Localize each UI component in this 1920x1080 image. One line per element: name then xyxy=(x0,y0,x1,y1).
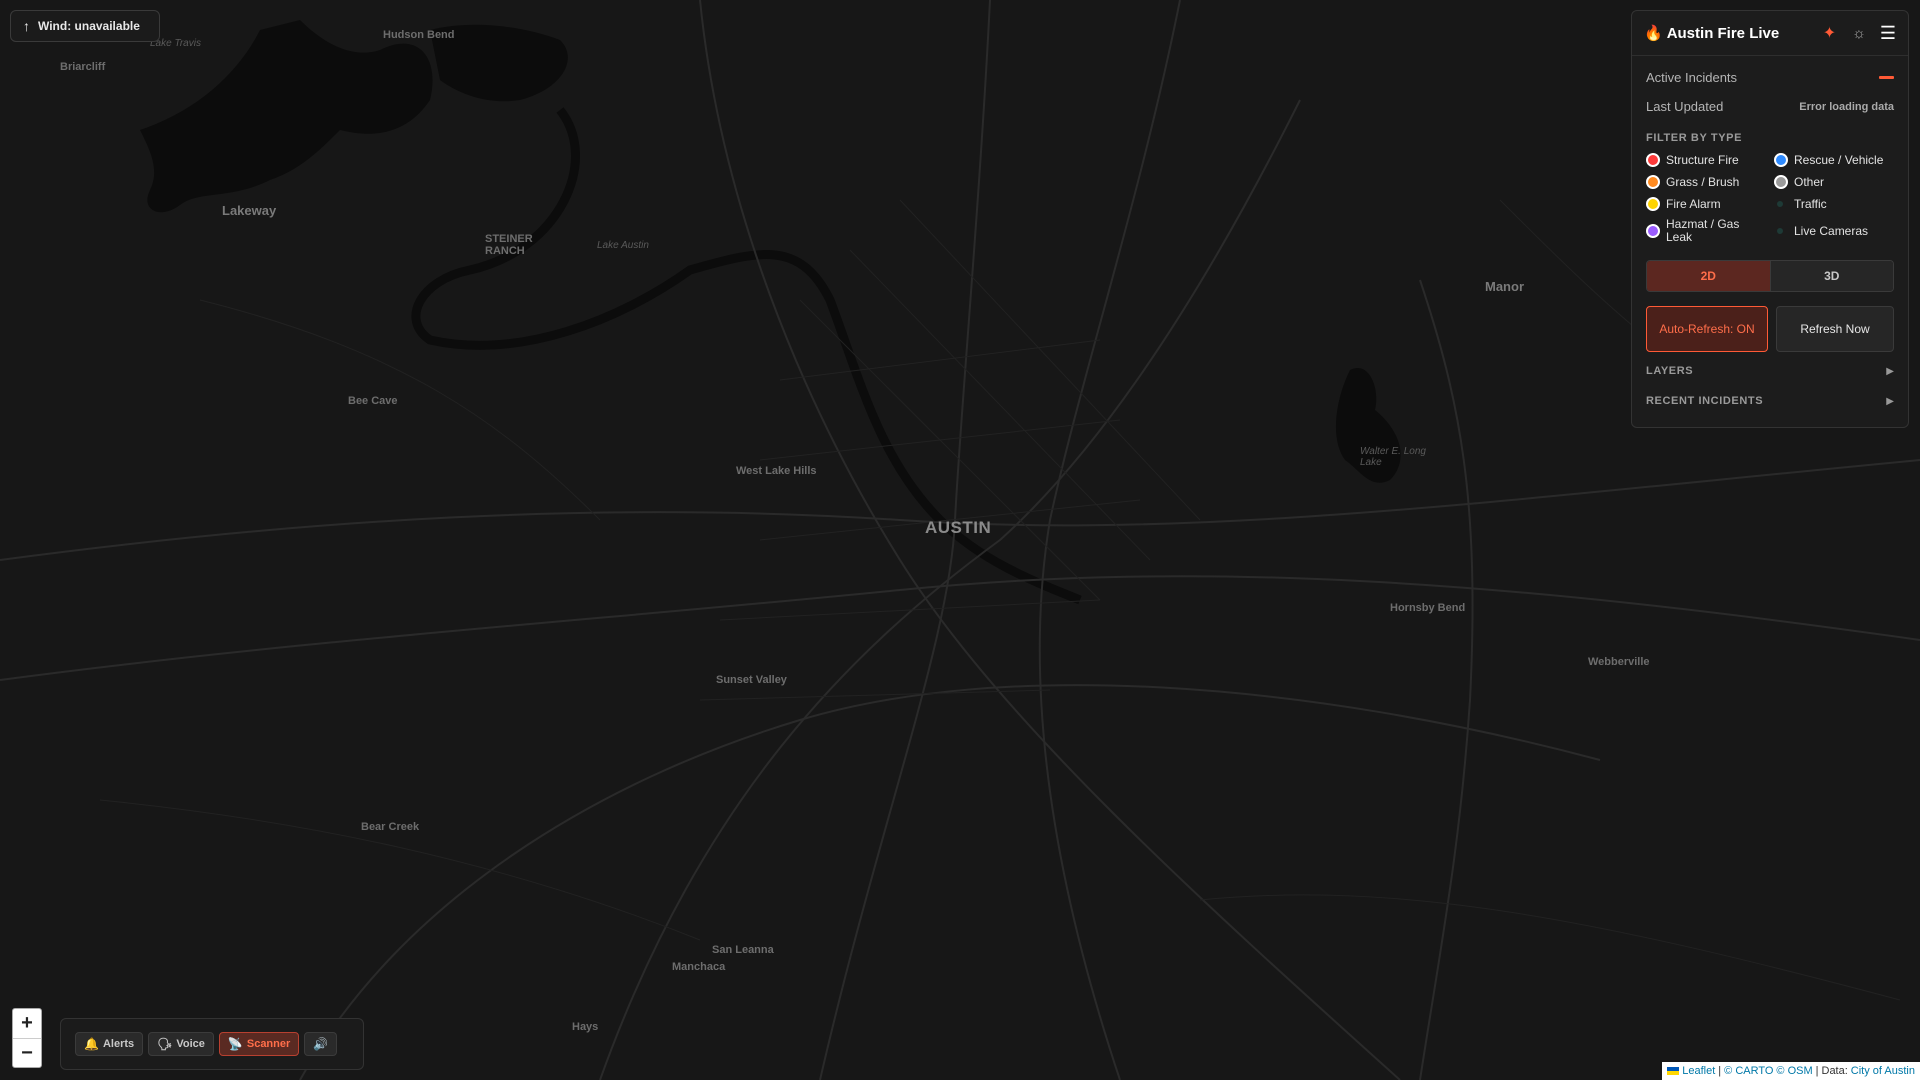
recent-incidents-section[interactable]: RECENT INCIDENTS ▶ xyxy=(1632,386,1908,416)
panel-header: 🔥 Austin Fire Live ✦ ☼ ☰ xyxy=(1632,11,1908,56)
last-updated-value: Error loading data xyxy=(1799,100,1894,113)
filter-grid: Structure Fire Rescue / Vehicle Grass / … xyxy=(1632,152,1908,244)
map-label-lakeway: Lakeway xyxy=(222,203,277,218)
zoom-control: + − xyxy=(12,1008,42,1068)
wind-text: Wind: unavailable xyxy=(38,19,140,33)
map-label-webberville: Webberville xyxy=(1588,656,1650,668)
map-label-sunset-valley: Sunset Valley xyxy=(716,674,788,686)
map-label-hudson-bend: Hudson Bend xyxy=(383,29,455,41)
filter-title: FILTER BY TYPE xyxy=(1646,132,1743,144)
traffic-dot-icon[interactable] xyxy=(1777,201,1783,207)
zoom-in-button[interactable]: + xyxy=(13,1009,41,1038)
last-updated-row: Last Updated Error loading data xyxy=(1632,99,1908,114)
leaflet-link[interactable]: Leaflet xyxy=(1682,1065,1715,1077)
speaker-icon: 🔊 xyxy=(313,1037,329,1051)
map-label-west-lake-hills: West Lake Hills xyxy=(736,465,817,477)
bottom-toolbar: 🔔 Alerts 🗣 Voice 📡 Scanner 🔊 xyxy=(60,1018,364,1070)
active-incidents-label: Active Incidents xyxy=(1646,70,1738,85)
bell-icon: 🔔 xyxy=(84,1037,99,1051)
speaking-head-icon: 🗣 xyxy=(157,1037,173,1051)
map-label-manor: Manor xyxy=(1485,279,1524,294)
map-label-lake-austin: Lake Austin xyxy=(597,240,649,251)
sound-button[interactable]: 🔊 xyxy=(304,1032,338,1056)
chevron-right-icon[interactable]: ▶ xyxy=(1886,366,1894,377)
carto-link[interactable]: © CARTO xyxy=(1724,1065,1773,1077)
zoom-out-button[interactable]: − xyxy=(13,1038,41,1067)
filter-traffic[interactable]: Traffic xyxy=(1774,196,1902,212)
osm-link[interactable]: © OSM xyxy=(1776,1065,1812,1077)
filter-other[interactable]: Other xyxy=(1774,174,1902,190)
filter-structure-fire[interactable]: Structure Fire xyxy=(1646,152,1774,168)
other-dot-icon[interactable] xyxy=(1774,175,1788,189)
fire-alarm-dot-icon[interactable] xyxy=(1646,197,1660,211)
grass-dot-icon[interactable] xyxy=(1646,175,1660,189)
ukraine-flag-icon xyxy=(1667,1067,1680,1075)
filter-hazmat[interactable]: Hazmat / Gas Leak xyxy=(1646,218,1774,244)
map-label-bee-cave: Bee Cave xyxy=(348,395,398,407)
hamburger-icon[interactable]: ☰ xyxy=(1880,24,1896,42)
layers-section[interactable]: LAYERS ▶ xyxy=(1632,356,1908,386)
control-panel: 🔥 Austin Fire Live ✦ ☼ ☰ Active Incident… xyxy=(1631,10,1909,428)
wind-arrow-icon: ↑ xyxy=(23,18,30,34)
hazmat-dot-icon[interactable] xyxy=(1646,224,1660,238)
map-label-briarcliff: Briarcliff xyxy=(60,61,106,73)
rescue-dot-icon[interactable] xyxy=(1774,153,1788,167)
alerts-button[interactable]: 🔔 Alerts xyxy=(75,1032,144,1056)
flame-icon: 🔥 xyxy=(1644,25,1663,42)
camera-dot-icon[interactable] xyxy=(1777,228,1783,234)
recent-incidents-title: RECENT INCIDENTS xyxy=(1646,395,1764,407)
voice-button[interactable]: 🗣 Voice xyxy=(148,1032,214,1056)
map-label-hays: Hays xyxy=(572,1021,598,1033)
auto-refresh-button[interactable]: Auto-Refresh: ON xyxy=(1646,306,1768,352)
map-label-bear-creek: Bear Creek xyxy=(361,821,420,833)
structure-fire-dot-icon[interactable] xyxy=(1646,153,1660,167)
map-label-san-leanna: San Leanna xyxy=(712,944,775,956)
city-of-austin-link[interactable]: City of Austin xyxy=(1851,1065,1915,1077)
map-attribution: Leaflet | © CARTO © OSM | Data: City of … xyxy=(1662,1062,1920,1080)
filter-grass-brush[interactable]: Grass / Brush xyxy=(1646,174,1774,190)
map-label-hornsby-bend: Hornsby Bend xyxy=(1390,602,1465,614)
map-label-austin: AUSTIN xyxy=(925,518,991,537)
wind-indicator: ↑ Wind: unavailable xyxy=(10,10,160,42)
active-incidents-value xyxy=(1879,76,1894,79)
filter-live-cameras[interactable]: Live Cameras xyxy=(1774,218,1902,244)
satellite-dish-icon: 📡 xyxy=(227,1037,243,1051)
filter-rescue-vehicle[interactable]: Rescue / Vehicle xyxy=(1774,152,1902,168)
map-label-manchaca: Manchaca xyxy=(672,961,726,973)
chevron-right-icon[interactable]: ▶ xyxy=(1886,396,1894,407)
layers-title: LAYERS xyxy=(1646,365,1694,377)
pin-icon[interactable]: ✦ xyxy=(1823,23,1836,43)
view-toggle: 2D 3D xyxy=(1646,260,1894,292)
active-incidents-row: Active Incidents xyxy=(1632,70,1908,85)
filter-fire-alarm[interactable]: Fire Alarm xyxy=(1646,196,1774,212)
view-3d-button[interactable]: 3D xyxy=(1769,261,1893,291)
app-title: Austin Fire Live xyxy=(1666,24,1780,42)
refresh-controls: Auto-Refresh: ON Refresh Now xyxy=(1646,306,1894,352)
last-updated-label: Last Updated xyxy=(1646,99,1724,114)
scanner-button[interactable]: 📡 Scanner xyxy=(218,1032,300,1056)
view-2d-button[interactable]: 2D xyxy=(1647,261,1770,291)
refresh-now-button[interactable]: Refresh Now xyxy=(1776,306,1894,352)
sun-icon[interactable]: ☼ xyxy=(1852,25,1866,42)
